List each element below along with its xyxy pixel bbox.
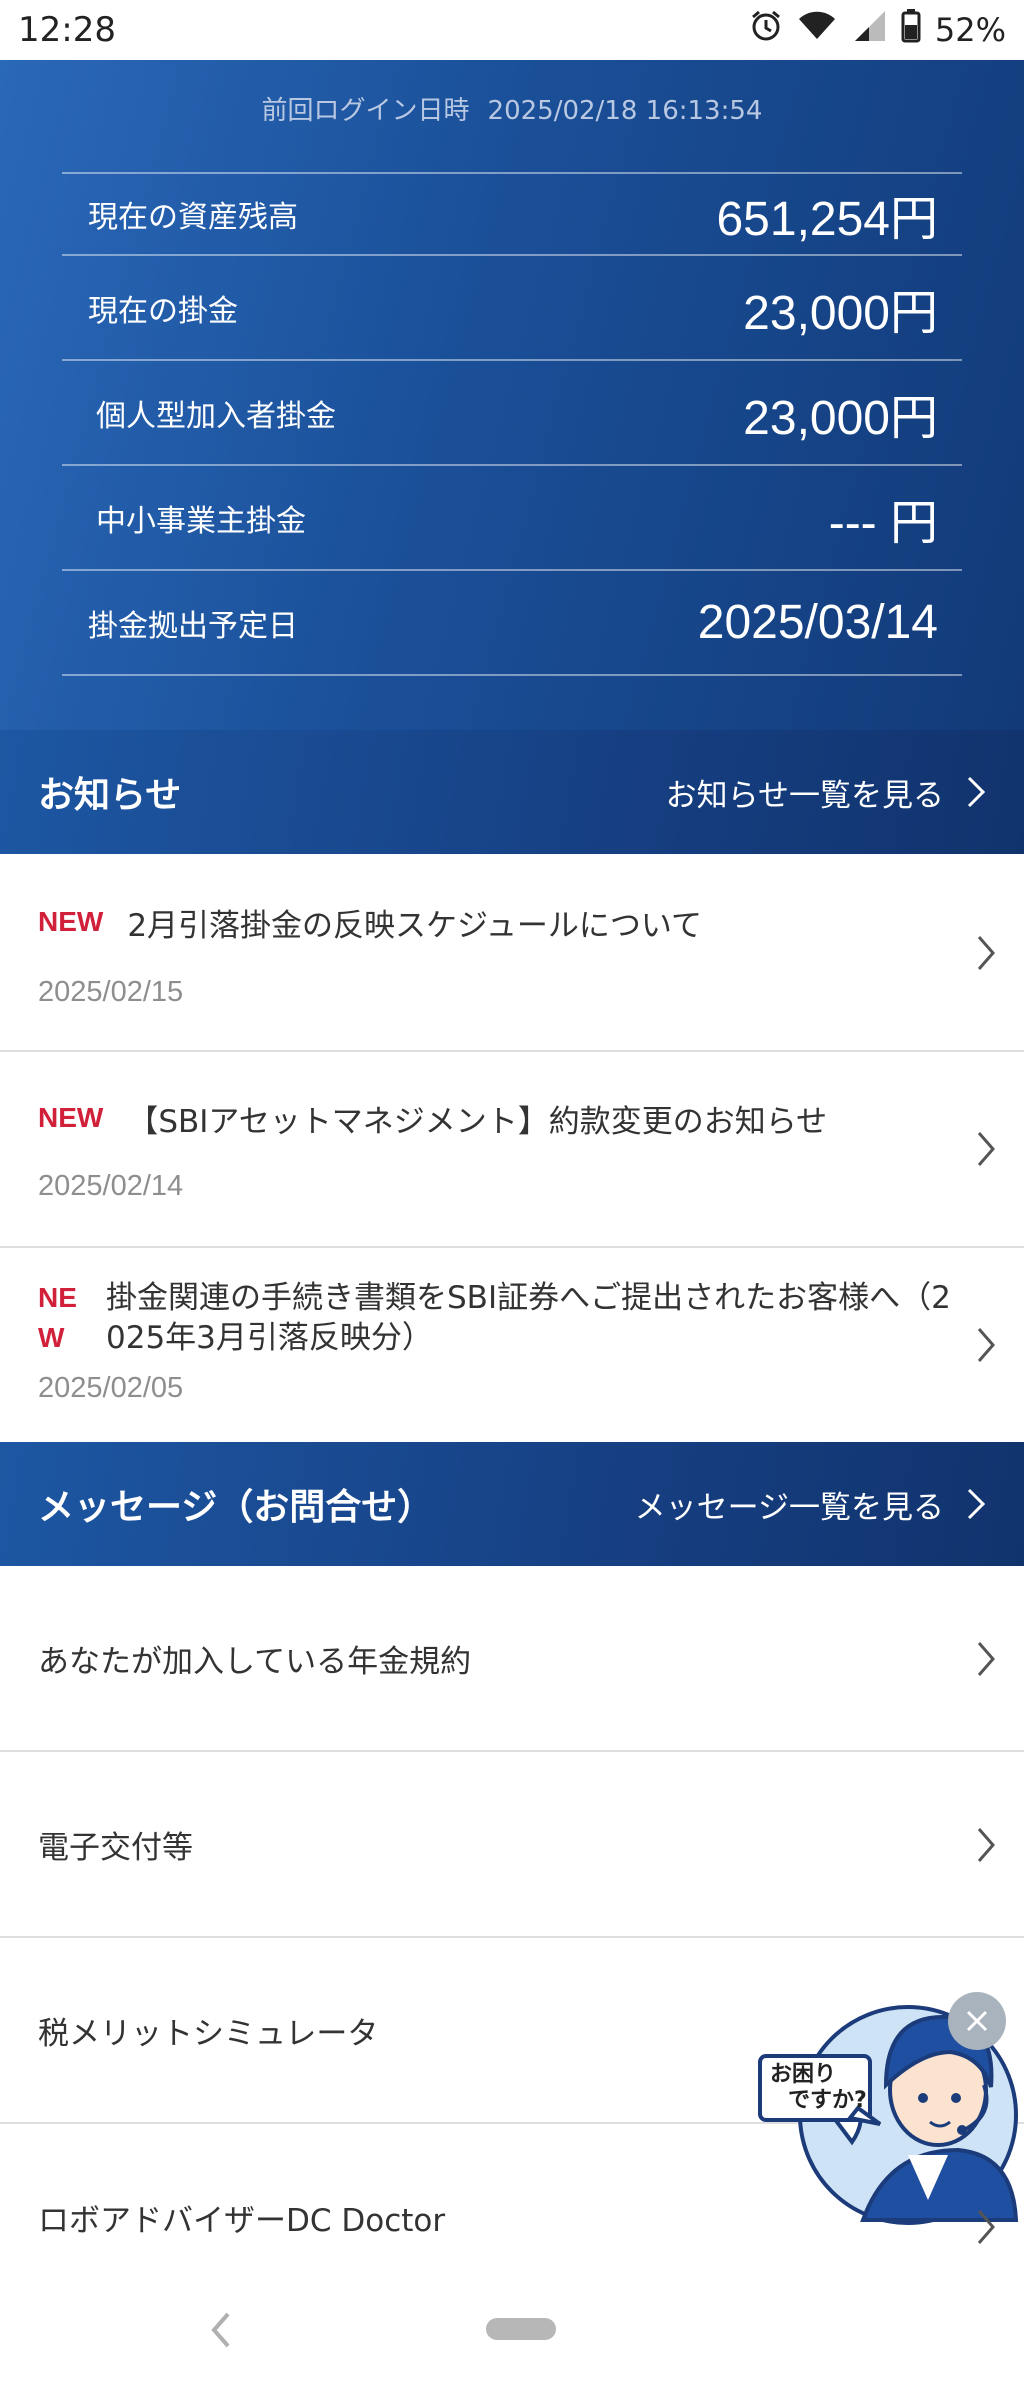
chevron-right-icon	[977, 1132, 995, 1166]
help-bubble-text: お困り ですか?	[770, 2062, 867, 2113]
summary-rows: 現在の資産残高 651,254円 現在の掛金 23,000円 個人型加入者掛金 …	[62, 172, 962, 676]
menu-item-label: 税メリットシミュレータ	[38, 2015, 379, 2052]
notice-item[interactable]: NEW 【SBIアセットマネジメント】約款変更のお知らせ 2025/02/14	[0, 1052, 1024, 1248]
summary-row-label: 現在の掛金	[88, 293, 238, 329]
notice-date: 2025/02/15	[38, 976, 184, 1008]
close-icon	[966, 2010, 988, 2032]
system-nav-bar	[0, 2280, 1024, 2389]
summary-row-balance: 現在の資産残高 651,254円	[62, 174, 962, 256]
messages-title: メッセージ（お問合せ）	[38, 1487, 434, 1528]
summary-row-contribution: 現在の掛金 23,000円	[62, 256, 962, 361]
last-login-value: 2025/02/18 16:13:54	[487, 96, 763, 126]
messages-more-label: メッセージ一覧を見る	[634, 1489, 944, 1526]
notice-date: 2025/02/05	[38, 1372, 184, 1404]
notice-text: 【SBIアセットマネジメント】約款変更のお知らせ	[127, 1104, 828, 1140]
menu-item-pension-plan[interactable]: あなたが加入している年金規約	[0, 1566, 1024, 1752]
summary-row-value: 23,000円	[743, 286, 938, 340]
summary-row-employer: 中小事業主掛金 --- 円	[62, 466, 962, 571]
notice-text: 掛金関連の手続き書類をSBI証券へご提出されたお客様へ（2 025年3月引落反映…	[106, 1280, 951, 1356]
messages-more-link[interactable]: メッセージ一覧を見る	[635, 1482, 986, 1527]
last-login: 前回ログイン日時 2025/02/18 16:13:54	[0, 90, 1024, 127]
new-badge: NEW	[38, 906, 104, 937]
battery-level: 52%	[934, 11, 1006, 49]
summary-row-label: 現在の資産残高	[88, 200, 298, 235]
chevron-right-icon	[977, 1328, 995, 1362]
notice-text: 2月引落掛金の反映スケジュールについて	[127, 908, 702, 944]
summary-row-value: 651,254円	[716, 193, 938, 246]
summary-row-value: 2025/03/14	[697, 596, 938, 649]
notice-date: 2025/02/14	[38, 1170, 184, 1202]
chevron-right-icon	[977, 936, 995, 970]
wifi-icon	[797, 9, 837, 51]
close-help-button[interactable]	[948, 1992, 1006, 2050]
status-icons: 52%	[749, 9, 1006, 51]
notice-item[interactable]: NEW 2月引落掛金の反映スケジュールについて 2025/02/15	[0, 854, 1024, 1052]
battery-icon	[901, 9, 921, 51]
summary-row-individual: 個人型加入者掛金 23,000円	[62, 361, 962, 466]
account-summary-panel: 前回ログイン日時 2025/02/18 16:13:54 現在の資産残高 651,…	[0, 60, 1024, 730]
notices-more-label: お知らせ一覧を見る	[665, 777, 944, 814]
notices-title: お知らせ	[38, 775, 182, 816]
home-pill[interactable]	[486, 2318, 556, 2340]
last-login-label: 前回ログイン日時	[261, 96, 470, 126]
summary-row-label: 掛金拠出予定日	[88, 608, 298, 644]
summary-row-value: --- 円	[828, 496, 938, 550]
back-icon[interactable]	[208, 2310, 232, 2350]
status-bar: 12:28 52%	[0, 0, 1024, 60]
notice-item[interactable]: NE W 掛金関連の手続き書類をSBI証券へご提出されたお客様へ（2 025年3…	[0, 1248, 1024, 1442]
alarm-icon	[749, 9, 783, 51]
chevron-right-icon	[977, 1828, 995, 1862]
menu-item-label: あなたが加入している年金規約	[38, 1643, 472, 1680]
summary-row-next-date: 掛金拠出予定日 2025/03/14	[62, 571, 962, 676]
messages-header: メッセージ（お問合せ） メッセージ一覧を見る	[0, 1442, 1024, 1566]
menu-item-label: ロボアドバイザーDC Doctor	[38, 2202, 446, 2239]
summary-row-label: 個人型加入者掛金	[96, 398, 336, 434]
chevron-right-icon	[977, 2210, 995, 2244]
new-badge: NE W	[38, 1282, 77, 1353]
menu-item-electronic-delivery[interactable]: 電子交付等	[0, 1752, 1024, 1938]
notice-line: NEW 2月引落掛金の反映スケジュールについて	[38, 906, 934, 946]
notices-header: お知らせ お知らせ一覧を見る	[0, 730, 1024, 854]
signal-icon	[851, 9, 887, 51]
notices-more-link[interactable]: お知らせ一覧を見る	[666, 770, 986, 815]
menu-item-label: 電子交付等	[38, 1829, 193, 1866]
chevron-right-icon	[967, 776, 986, 808]
clock: 12:28	[18, 10, 116, 50]
chevron-right-icon	[977, 1642, 995, 1676]
chevron-right-icon	[967, 1488, 986, 1520]
notice-line: NEW 【SBIアセットマネジメント】約款変更のお知らせ	[38, 1102, 934, 1142]
summary-row-value: 23,000円	[743, 391, 938, 445]
new-badge: NEW	[38, 1102, 104, 1133]
summary-row-label: 中小事業主掛金	[96, 503, 306, 539]
